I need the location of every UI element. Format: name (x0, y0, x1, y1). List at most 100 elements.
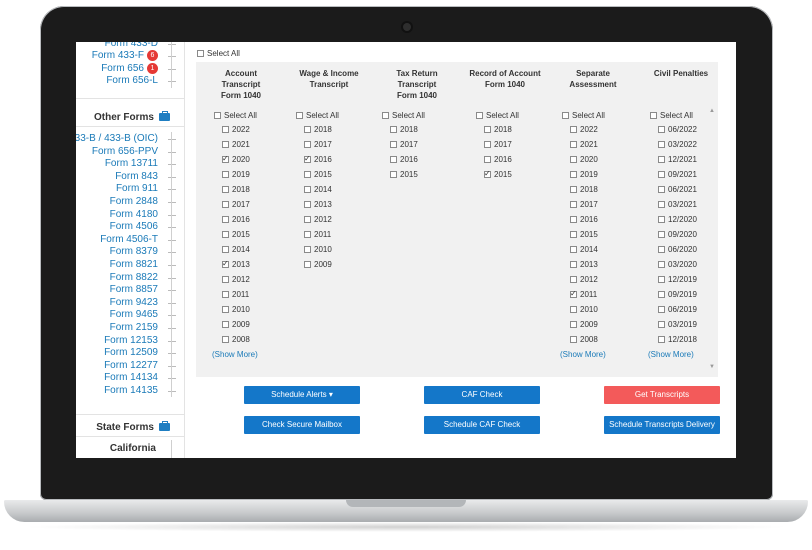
sidebar-form-link[interactable]: Form 8379 (110, 246, 158, 258)
year-option[interactable]: 2018 (390, 125, 418, 135)
sidebar-link[interactable]: Form 433-F 6 (92, 50, 158, 62)
checkbox[interactable] (214, 112, 221, 119)
year-option[interactable]: 2010 (222, 305, 250, 315)
sidebar-link[interactable]: Form 656 1 (101, 63, 158, 75)
year-option[interactable]: 2011 (222, 290, 249, 300)
checkbox[interactable] (658, 216, 665, 223)
year-option[interactable]: 2021 (222, 140, 250, 150)
schedule-transcripts-delivery-button[interactable]: Schedule Transcripts Delivery (604, 416, 720, 434)
year-option[interactable]: 2012 (222, 275, 250, 285)
year-option[interactable]: 2018 (570, 185, 598, 195)
sidebar-form-link[interactable]: Form 4506-T (100, 234, 158, 246)
sidebar-form-link[interactable]: Form 911 (116, 183, 158, 195)
year-option[interactable]: 06/2022 (658, 125, 697, 135)
year-option[interactable]: 2012 (304, 215, 332, 225)
checkbox[interactable] (658, 246, 665, 253)
checkbox[interactable] (222, 126, 229, 133)
year-option[interactable]: 03/2022 (658, 140, 697, 150)
checkbox[interactable] (484, 126, 491, 133)
year-option[interactable]: 2018 (304, 125, 332, 135)
checkbox[interactable] (296, 112, 303, 119)
checkbox[interactable] (570, 201, 577, 208)
checkbox[interactable] (658, 291, 665, 298)
sidebar-form-link[interactable]: Form 13711 (105, 158, 158, 170)
sidebar-form-link[interactable]: Form 9465 (110, 309, 158, 321)
year-option[interactable]: 2011 (304, 230, 331, 240)
year-option[interactable]: 2017 (222, 200, 250, 210)
checkbox[interactable] (222, 231, 229, 238)
sidebar-link[interactable]: Form 656-L (106, 75, 158, 87)
year-option[interactable]: 2011 (570, 289, 597, 300)
checkbox[interactable] (570, 261, 577, 268)
checkbox[interactable] (570, 336, 577, 343)
checkbox[interactable] (658, 231, 665, 238)
year-option[interactable]: 2020 (222, 154, 250, 165)
year-option[interactable]: 2016 (390, 155, 418, 165)
show-more-link[interactable]: (Show More) (560, 350, 606, 359)
year-option[interactable]: 2010 (570, 305, 598, 315)
sidebar-form-link[interactable]: Form 2159 (110, 322, 158, 334)
checkbox[interactable] (658, 261, 665, 268)
checkbox[interactable] (222, 141, 229, 148)
checkbox[interactable] (658, 336, 665, 343)
year-option[interactable]: 2013 (304, 200, 332, 210)
checkbox[interactable] (476, 112, 483, 119)
year-option[interactable]: 2019 (570, 170, 598, 180)
year-option[interactable]: 2008 (570, 335, 598, 345)
checkbox[interactable] (304, 186, 311, 193)
schedule-caf-check-button[interactable]: Schedule CAF Check (424, 416, 540, 434)
checkbox[interactable] (570, 231, 577, 238)
year-option[interactable]: 2022 (222, 125, 250, 135)
year-option[interactable]: 2012 (570, 275, 598, 285)
sidebar-form-link[interactable]: Form 14134 (104, 372, 158, 384)
checkbox[interactable] (222, 171, 229, 178)
year-option[interactable]: 2015 (484, 169, 512, 180)
checkbox[interactable] (304, 216, 311, 223)
sidebar-form-link[interactable]: Form 14135 (104, 385, 158, 397)
checkbox[interactable] (222, 321, 229, 328)
show-more-link[interactable]: (Show More) (212, 350, 258, 359)
year-option[interactable]: 12/2020 (658, 215, 697, 225)
checkbox[interactable] (222, 259, 229, 269)
checkbox[interactable] (650, 112, 657, 119)
checkbox[interactable] (382, 112, 389, 119)
year-option[interactable]: 2013 (222, 259, 250, 270)
year-option[interactable]: 12/2018 (658, 335, 697, 345)
year-option[interactable]: 2018 (222, 185, 250, 195)
checkbox[interactable] (484, 156, 491, 163)
column-select-all[interactable]: Select All (650, 111, 693, 121)
year-option[interactable]: 2014 (570, 245, 598, 255)
year-option[interactable]: 2009 (222, 320, 250, 330)
check-secure-mailbox-button[interactable]: Check Secure Mailbox (244, 416, 360, 434)
checkbox[interactable] (304, 231, 311, 238)
year-option[interactable]: 2013 (570, 260, 598, 270)
year-option[interactable]: 09/2020 (658, 230, 697, 240)
checkbox[interactable] (304, 201, 311, 208)
show-more-link[interactable]: (Show More) (648, 350, 694, 359)
year-option[interactable]: 2008 (222, 335, 250, 345)
checkbox[interactable] (222, 154, 229, 164)
checkbox[interactable] (658, 276, 665, 283)
year-option[interactable]: 2018 (484, 125, 512, 135)
checkbox[interactable] (222, 336, 229, 343)
year-option[interactable]: 06/2021 (658, 185, 697, 195)
year-option[interactable]: 03/2020 (658, 260, 697, 270)
get-transcripts-button[interactable]: Get Transcripts (604, 386, 720, 404)
year-option[interactable]: 2015 (570, 230, 598, 240)
scrollbar[interactable]: ▲ ▼ (707, 108, 718, 370)
checkbox[interactable] (658, 156, 665, 163)
checkbox[interactable] (570, 141, 577, 148)
checkbox[interactable] (658, 201, 665, 208)
sidebar-form-link[interactable]: Form 12277 (104, 360, 158, 372)
year-option[interactable]: 2010 (304, 245, 332, 255)
checkbox[interactable] (304, 171, 311, 178)
checkbox[interactable] (222, 201, 229, 208)
checkbox[interactable] (304, 126, 311, 133)
sidebar-form-link[interactable]: Form 8821 (110, 259, 158, 271)
checkbox[interactable] (390, 126, 397, 133)
checkbox[interactable] (658, 171, 665, 178)
sidebar-form-link[interactable]: Form 8857 (110, 284, 158, 296)
column-select-all[interactable]: Select All (382, 111, 425, 121)
sidebar-form-link[interactable]: 433-B / 433-B (OIC) (76, 133, 158, 145)
year-option[interactable]: 2019 (222, 170, 250, 180)
